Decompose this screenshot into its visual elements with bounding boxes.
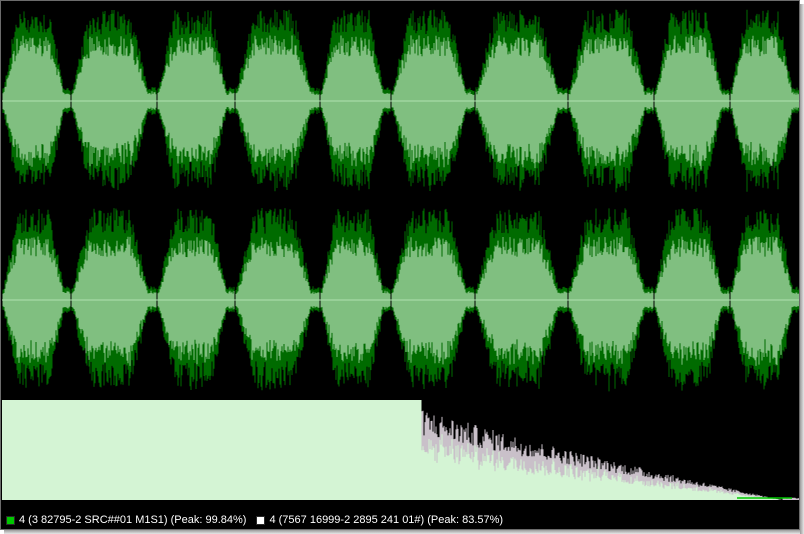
legend-item-target: 4 (7567 16999-2 2895 241 01#) (Peak: 83.…: [256, 511, 504, 529]
window-shadow-right: [800, 4, 804, 534]
window-shadow-bottom: [4, 530, 800, 534]
waveform-left-svg: [2, 9, 799, 193]
waveform-channel-right[interactable]: [2, 201, 799, 399]
legend-label-target: 4 (7567 16999-2 2895 241 01#) (Peak: 83.…: [269, 514, 504, 526]
green-square-icon: [6, 516, 15, 525]
legend-item-source: 4 (3 82795-2 SRC##01 M1S1) (Peak: 99.84%…: [6, 511, 247, 529]
spectrum-view[interactable]: [2, 400, 799, 500]
waveform-right-svg: [2, 208, 799, 392]
audio-analysis-window: 4 (3 82795-2 SRC##01 M1S1) (Peak: 99.84%…: [0, 0, 800, 530]
legend-label-source: 4 (3 82795-2 SRC##01 M1S1) (Peak: 99.84%…: [19, 514, 247, 526]
status-legend-bar: 4 (3 82795-2 SRC##01 M1S1) (Peak: 99.84%…: [2, 511, 799, 529]
white-square-icon: [256, 516, 266, 525]
spectrum-svg: [2, 400, 799, 500]
waveform-channel-left[interactable]: [2, 2, 799, 200]
